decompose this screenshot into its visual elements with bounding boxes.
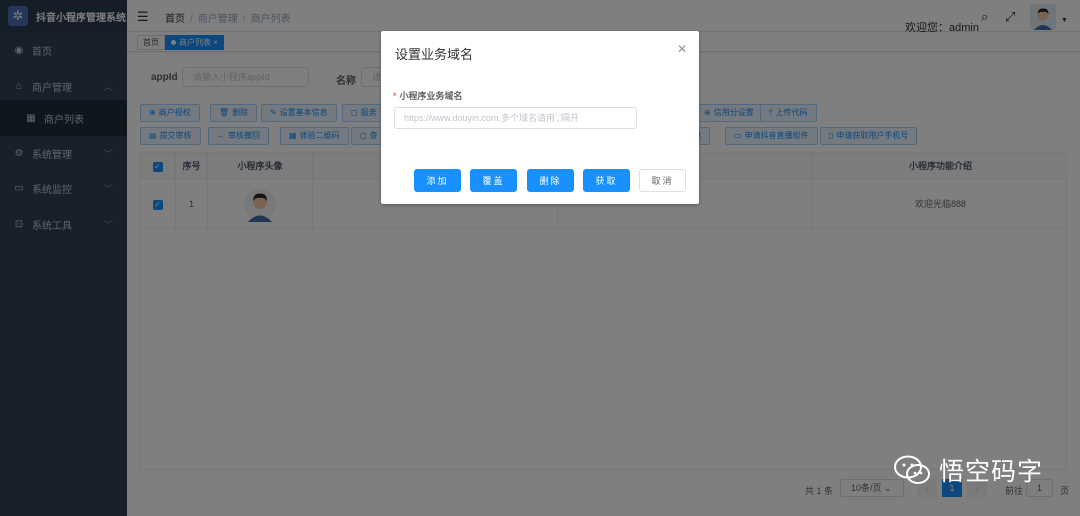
watermark-text: 悟空码字 (939, 458, 1044, 486)
domain-input[interactable]: https://www.douyin.com,多个域名请用','隔开 (394, 107, 637, 129)
close-icon[interactable]: ✕ (677, 42, 687, 56)
delete-domain-button[interactable]: 删除 (527, 169, 574, 192)
add-button[interactable]: 添加 (414, 169, 461, 192)
dialog-title: 设置业务域名 (395, 47, 474, 62)
domain-field-label: * 小程序业务域名 (393, 91, 463, 101)
fetch-domain-button[interactable]: 获取 (583, 169, 630, 192)
watermark: 悟空码字 (893, 452, 1043, 488)
wechat-icon (894, 455, 930, 484)
domain-dialog: 设置业务域名 ✕ * 小程序业务域名 https://www.douyin.com… (381, 31, 699, 204)
required-mark: * (393, 91, 397, 101)
cancel-button[interactable]: 取消 (639, 169, 686, 192)
overwrite-button[interactable]: 覆盖 (470, 169, 517, 192)
